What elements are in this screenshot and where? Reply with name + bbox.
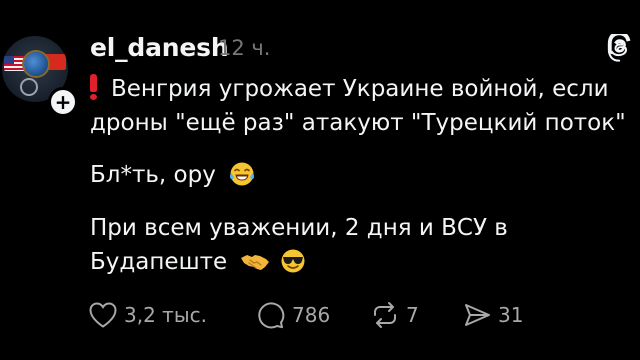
thread-post: + el_danesh 12 ч. Венгрия угрожает Украи… [0,0,640,360]
comment-icon [258,302,285,329]
repost-count: 7 [406,303,419,327]
post-text: При всем уважении, 2 дня и ВСУ в [90,215,508,241]
send-icon [465,304,490,326]
tears-of-joy-emoji [230,162,255,186]
plus-icon: + [54,89,72,114]
repost-icon [374,302,396,328]
post-text-line: Бл*ть, ору [90,160,255,190]
repost-button[interactable]: 7 [370,300,419,330]
post-text: Венгрия угрожает Украине войной, если [111,76,609,102]
comment-count: 786 [292,303,331,327]
share-count: 31 [498,303,524,327]
comment-button[interactable]: 786 [256,300,330,330]
post-text: дроны "ещё раз" атакуют "Турецкий поток" [90,110,626,136]
post-text-line: Будапеште [90,247,306,277]
follow-button[interactable]: + [48,87,78,117]
like-count: 3,2 тыс. [124,303,207,327]
heart-icon [89,302,117,328]
post-text-line: При всем уважении, 2 дня и ВСУ в [90,213,508,243]
us-flag-icon [4,56,26,71]
post-text: Будапеште [90,249,228,275]
post-text-line: дроны "ещё раз" атакуют "Турецкий поток" [90,108,626,138]
globe-icon [24,52,48,76]
compass-icon [20,78,38,96]
post-text: Бл*ть, ору [90,162,216,188]
post-time: 12 ч. [218,36,271,60]
handshake-emoji [241,255,270,270]
threads-logo-icon[interactable] [606,34,634,62]
exclamation-icon [90,74,97,100]
like-button[interactable]: 3,2 тыс. [88,300,207,330]
sunglasses-emoji [281,249,305,273]
share-button[interactable]: 31 [462,300,523,330]
username[interactable]: el_danesh [90,33,229,62]
post-text-line: Венгрия угрожает Украине войной, если [90,74,609,104]
